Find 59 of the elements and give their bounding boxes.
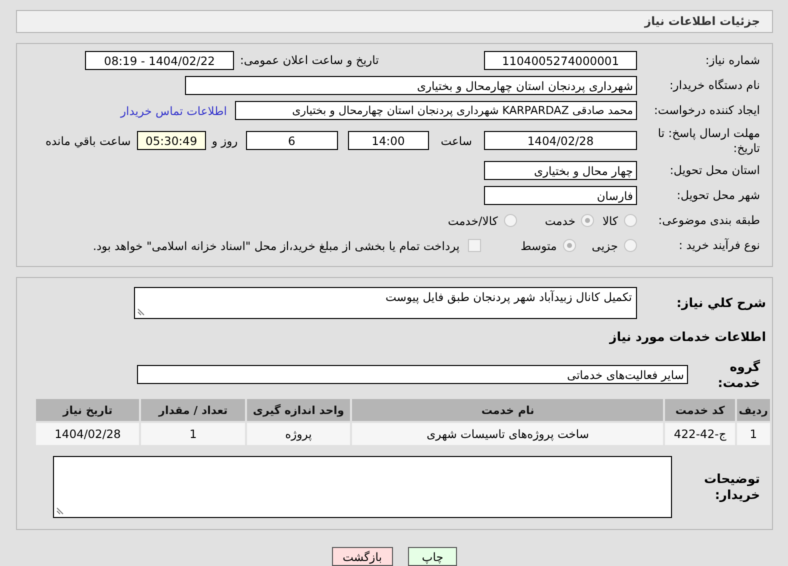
- buyer-notes-field[interactable]: [53, 456, 672, 518]
- remaining-label: ساعت باقي مانده: [46, 134, 131, 148]
- section-heading: اطلاعات خدمات مورد نیاز: [610, 329, 766, 344]
- field-label: شهر محل تحویل:: [676, 188, 761, 203]
- print-button[interactable]: چاپ: [408, 547, 458, 566]
- time-label: ساعت: [440, 134, 472, 148]
- payment-note: پرداخت تمام یا بخشی از مبلغ خرید،از محل "اسناد خزانه اسلامی" خواهد بود.: [92, 238, 460, 252]
- field-label: مهلت ارسال پاسخ: تا تاریخ:: [656, 126, 761, 156]
- creator-field: محمد صادقی KARPARDAZ شهرداری پردنجان استان چهارمحال و بختیاری: [235, 101, 637, 120]
- column-header: واحد اندازه گیری: [246, 399, 350, 421]
- table-cell: 1: [141, 423, 245, 445]
- buyer-field: شهرداری پردنجان استان چهارمحال و بختیاری: [185, 76, 637, 95]
- radio-button[interactable]: [504, 214, 517, 227]
- field-label: گروه خدمت:: [716, 358, 761, 391]
- radio-button[interactable]: [624, 239, 637, 252]
- table-cell: ج-42-422: [665, 423, 735, 445]
- radio-button[interactable]: [562, 239, 576, 252]
- radio-label: متوسط: [520, 238, 557, 252]
- field-label: نام دستگاه خریدار:: [668, 78, 761, 93]
- column-header: تعداد / مقدار: [141, 399, 245, 421]
- column-header: کد خدمت: [665, 399, 735, 421]
- column-header: نام خدمت: [352, 399, 664, 421]
- city-field: فارسان: [484, 186, 637, 205]
- resize-grip-icon[interactable]: [137, 308, 145, 316]
- radio-label: جزیی: [592, 238, 618, 252]
- radio-label: کالا/خدمت: [448, 214, 498, 228]
- resize-grip-icon[interactable]: [56, 507, 64, 515]
- buyer-contact-link[interactable]: اطلاعات تماس خریدار: [120, 104, 227, 118]
- radio-button[interactable]: [581, 214, 594, 227]
- radio-label: کالا: [602, 214, 618, 228]
- remaining-time-field: 05:30:49: [136, 131, 206, 150]
- field-label: شرح کلي نياز:: [676, 294, 767, 311]
- announce-date-field: 1404/02/22 - 08:19: [85, 51, 234, 70]
- table-cell: ساخت پروژه‌های تاسیسات شهری: [352, 423, 664, 445]
- field-label: استان محل تحویل:: [668, 163, 761, 178]
- field-label: تاریخ و ساعت اعلان عمومی:: [239, 53, 380, 68]
- column-header: ردیف: [736, 399, 770, 421]
- table-cell: 1: [736, 423, 770, 445]
- days-label: روز و: [212, 134, 238, 148]
- field-label: توضیحات خریدار:: [703, 470, 761, 504]
- field-label: طبقه بندی موضوعی:: [657, 213, 761, 228]
- description-field[interactable]: تکمیل کانال زبیدآباد شهر پردنجان طبق فایل پیوست: [134, 286, 637, 318]
- radio-label: خدمت: [544, 214, 576, 228]
- deadline-date-field: 1404/02/28: [484, 131, 637, 150]
- table-cell: پروژه: [246, 423, 350, 445]
- days-field: 6: [246, 131, 338, 150]
- field-label: شماره نیاز:: [704, 53, 761, 68]
- field-label: نوع فرآیند خرید :: [678, 238, 761, 253]
- deadline-time-field: 14:00: [348, 131, 429, 150]
- page-title: جزئیات اطلاعات نیاز: [644, 14, 760, 28]
- column-header: تاریخ نیاز: [36, 399, 140, 421]
- service-group-field: سایر فعالیت‌های خدماتی: [137, 365, 688, 384]
- province-field: چهار محال و بختیاری: [484, 161, 637, 180]
- table-cell: 1404/02/28: [36, 423, 140, 445]
- need-number-field: 1104005274000001: [484, 51, 637, 70]
- checkbox[interactable]: [468, 239, 481, 252]
- field-label: ایجاد کننده درخواست:: [653, 103, 761, 118]
- back-button[interactable]: بازگشت: [332, 547, 393, 566]
- radio-button[interactable]: [624, 214, 637, 227]
